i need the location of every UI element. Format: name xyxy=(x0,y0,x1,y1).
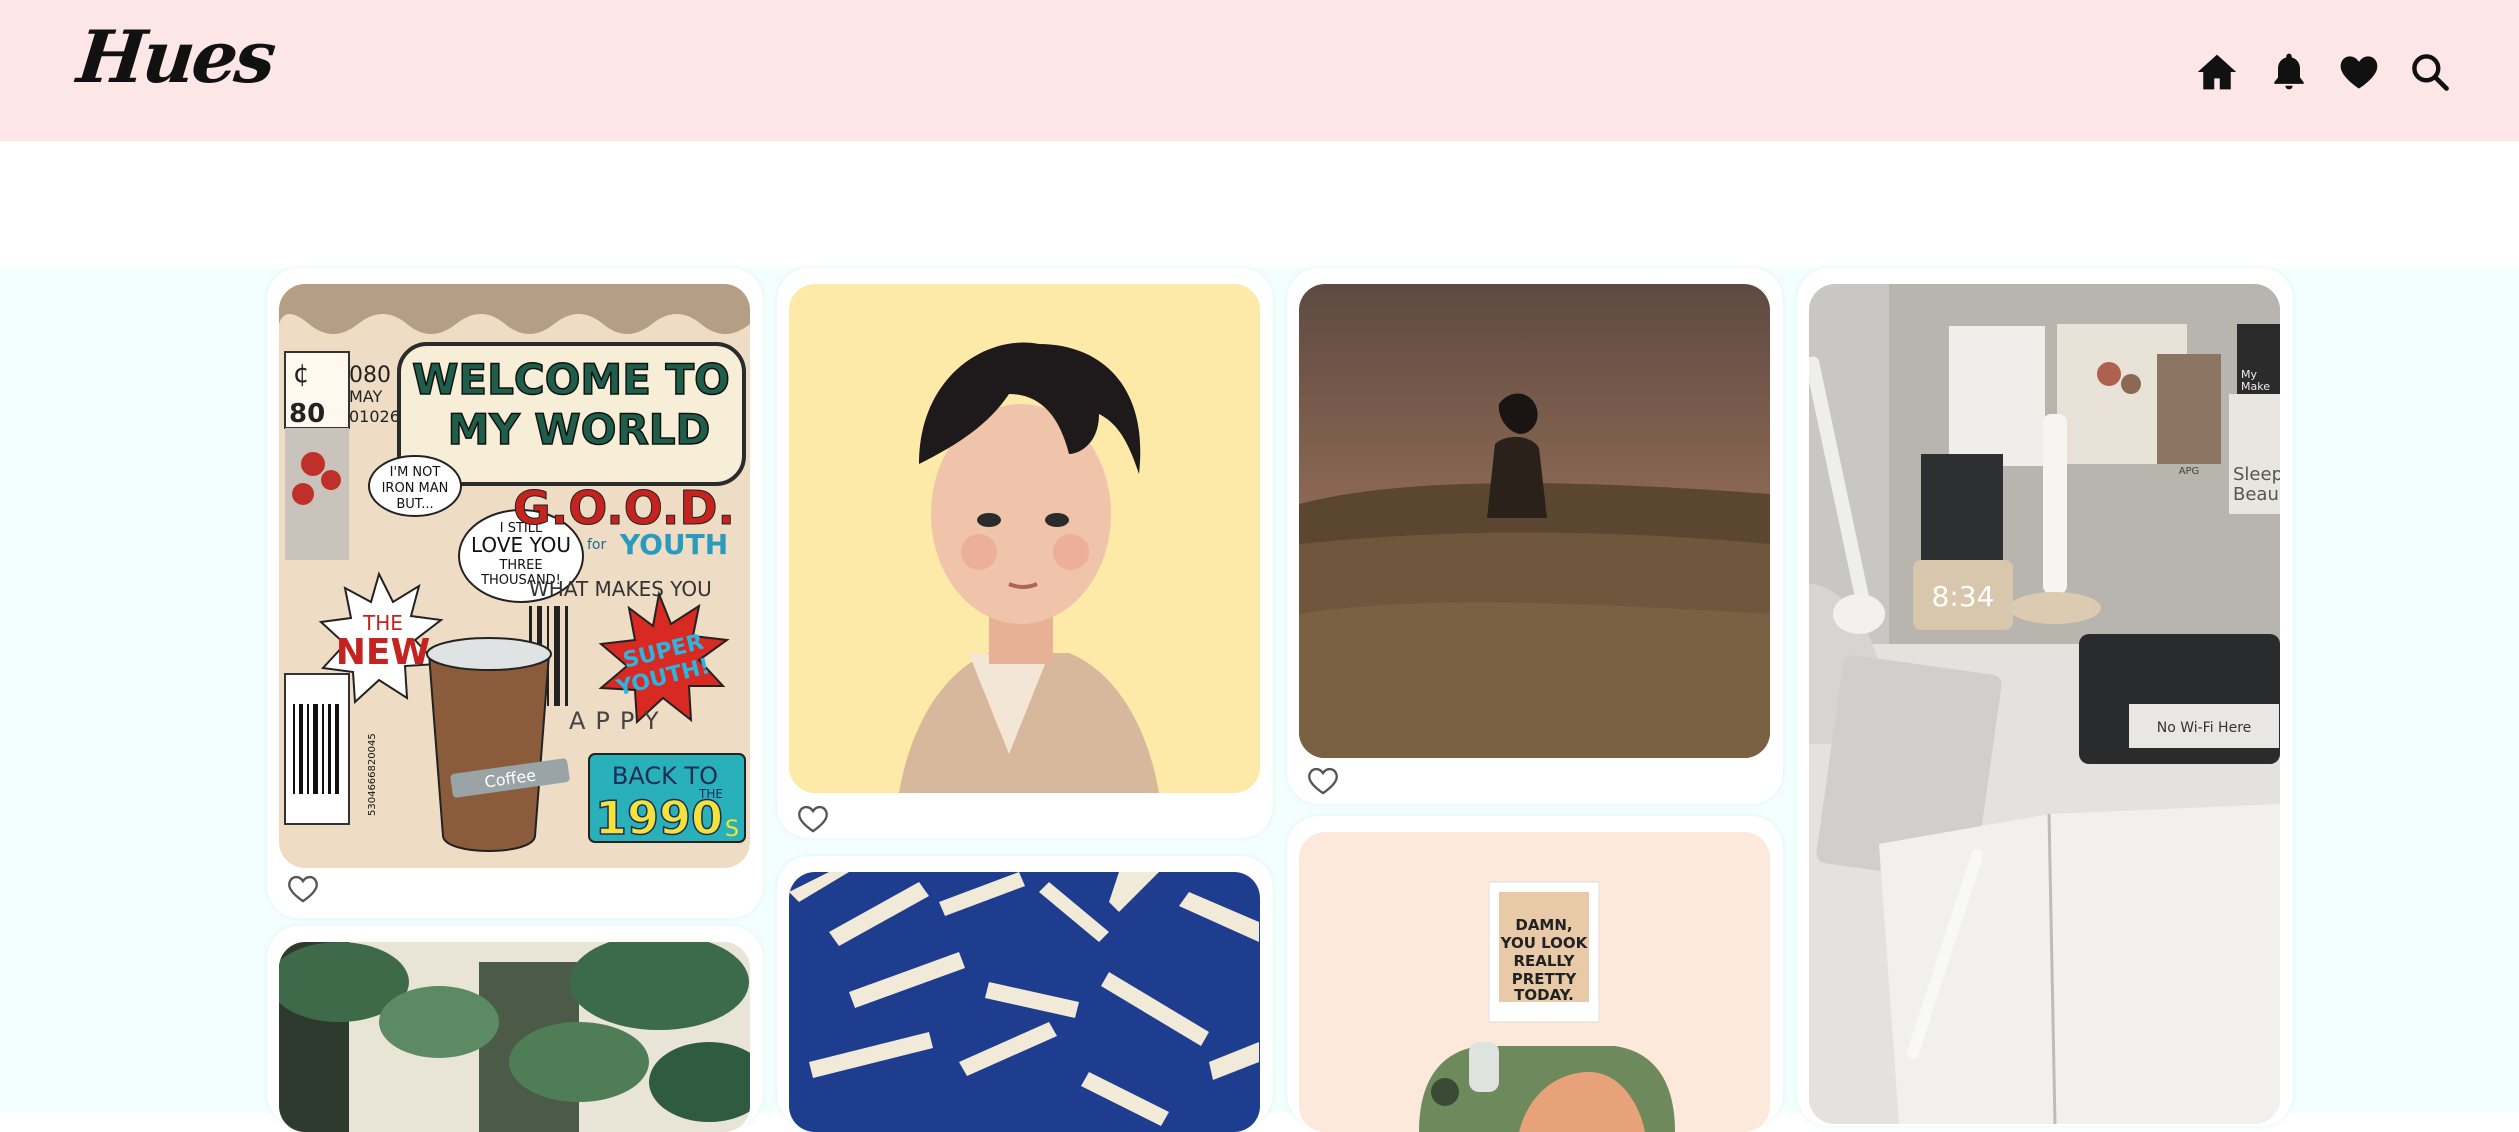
pin-card[interactable] xyxy=(267,926,763,1132)
svg-text:1990: 1990 xyxy=(595,791,723,845)
pin-card[interactable]: DAMN, YOU LOOK REALLY PRETTY TODAY. xyxy=(1287,816,1783,1132)
svg-text:THREE: THREE xyxy=(498,558,542,573)
pin-image-pattern[interactable] xyxy=(789,872,1260,1132)
pin-card[interactable]: APG Sleep Beau My Make 8:34 No Wi-Fi Her… xyxy=(1797,268,2293,1126)
pin-image-field[interactable] xyxy=(1299,284,1770,758)
pin-image-camera[interactable]: DAMN, YOU LOOK REALLY PRETTY TODAY. xyxy=(1299,832,1770,1132)
bell-icon[interactable] xyxy=(2267,50,2311,94)
svg-text:80: 80 xyxy=(289,399,325,429)
svg-text:IRON MAN: IRON MAN xyxy=(382,481,449,496)
svg-text:APG: APG xyxy=(2179,466,2200,477)
search-icon[interactable] xyxy=(2408,50,2452,94)
svg-text:080: 080 xyxy=(349,363,391,388)
svg-text:for: for xyxy=(587,537,606,553)
app-logo[interactable]: Hues xyxy=(74,14,278,99)
pin-card[interactable] xyxy=(1287,268,1783,804)
svg-text:BACK TO: BACK TO xyxy=(612,762,718,790)
svg-text:LOVE YOU: LOVE YOU xyxy=(471,533,571,557)
like-heart-icon[interactable] xyxy=(285,872,321,904)
svg-text:NEW: NEW xyxy=(336,632,430,673)
svg-text:No Wi-Fi Here: No Wi-Fi Here xyxy=(2157,720,2252,736)
svg-text:DAMN,: DAMN, xyxy=(1515,916,1572,934)
svg-text:APPY: APPY xyxy=(569,707,669,735)
svg-text:01026: 01026 xyxy=(349,407,400,426)
pin-card[interactable]: ¢ 80 080 MAY 01026 WELCOME TO MY WORLD I… xyxy=(267,268,763,918)
heart-icon[interactable] xyxy=(2337,50,2381,94)
svg-text:REALLY: REALLY xyxy=(1513,952,1575,970)
svg-text:MAY: MAY xyxy=(349,387,383,406)
top-header: Hues xyxy=(0,0,2519,141)
pin-image-plants[interactable] xyxy=(279,942,750,1132)
svg-text:G.O.O.D.: G.O.O.D. xyxy=(513,481,735,535)
svg-text:Make: Make xyxy=(2241,380,2270,393)
svg-text:BUT...: BUT... xyxy=(396,497,433,512)
pin-card[interactable] xyxy=(777,856,1273,1132)
pin-image-collage[interactable]: ¢ 80 080 MAY 01026 WELCOME TO MY WORLD I… xyxy=(279,284,750,868)
svg-text:5304666820045: 5304666820045 xyxy=(367,733,378,816)
like-heart-icon[interactable] xyxy=(795,802,831,834)
svg-text:Beau: Beau xyxy=(2233,484,2279,505)
pin-card[interactable] xyxy=(777,268,1273,838)
svg-text:8:34: 8:34 xyxy=(1932,580,1995,613)
svg-text:YOU LOOK: YOU LOOK xyxy=(1500,934,1589,952)
svg-text:S: S xyxy=(725,817,739,842)
svg-text:WHAT MAKES YOU: WHAT MAKES YOU xyxy=(529,577,712,601)
like-heart-icon[interactable] xyxy=(1305,764,1341,796)
pin-image-desk[interactable]: APG Sleep Beau My Make 8:34 No Wi-Fi Her… xyxy=(1809,284,2280,1124)
pin-board: ¢ 80 080 MAY 01026 WELCOME TO MY WORLD I… xyxy=(0,268,2519,1132)
svg-text:TODAY.: TODAY. xyxy=(1514,986,1574,1004)
svg-text:YOUTH: YOUTH xyxy=(619,528,728,561)
svg-text:I'M NOT: I'M NOT xyxy=(390,465,441,480)
svg-text:Sleep: Sleep xyxy=(2233,464,2280,485)
pin-image-portrait[interactable] xyxy=(789,284,1260,793)
svg-text:¢: ¢ xyxy=(293,359,310,389)
svg-text:MY WORLD: MY WORLD xyxy=(448,405,711,454)
home-icon[interactable] xyxy=(2195,50,2239,94)
svg-text:WELCOME TO: WELCOME TO xyxy=(412,355,730,404)
